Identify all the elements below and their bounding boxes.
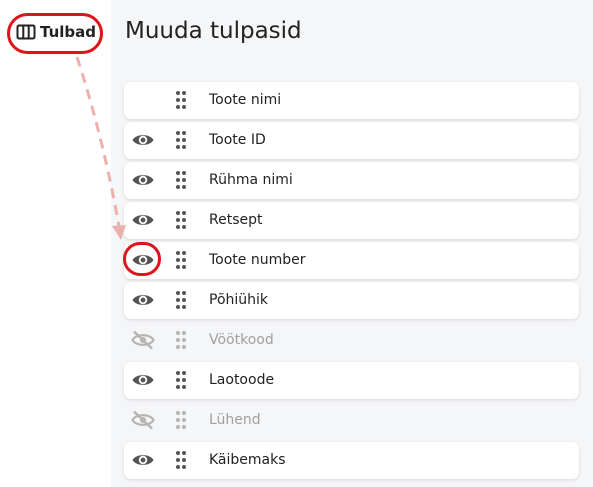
edit-columns-panel: Muuda tulpasid Toote nimi Toote ID Rühma n…	[111, 0, 593, 487]
column-row-label: Lühend	[209, 412, 261, 428]
drag-handle-icon[interactable]	[175, 450, 187, 470]
left-column: Tulbad	[0, 0, 111, 487]
eye-icon[interactable]	[131, 290, 155, 310]
eye-icon[interactable]	[131, 250, 155, 270]
column-row-label: Käibemaks	[209, 452, 286, 468]
drag-handle-icon[interactable]	[175, 290, 187, 310]
drag-handle-icon[interactable]	[175, 250, 187, 270]
column-row[interactable]: Käibemaks	[124, 442, 579, 479]
eye-off-icon[interactable]	[131, 330, 155, 350]
eye-icon[interactable]	[131, 170, 155, 190]
columns-icon	[16, 24, 36, 40]
column-row-label: Toote nimi	[209, 92, 282, 108]
column-row-label: Laotoode	[209, 372, 275, 388]
drag-handle-icon[interactable]	[175, 90, 187, 110]
column-row[interactable]: Toote nimi	[124, 82, 579, 119]
column-row-label: Toote ID	[209, 132, 266, 148]
eye-off-icon[interactable]	[131, 410, 155, 430]
drag-handle-icon[interactable]	[175, 370, 187, 390]
column-row[interactable]: Rühma nimi	[124, 162, 579, 199]
column-row-label: Põhiühik	[209, 292, 269, 308]
column-row-label: Toote number	[209, 252, 306, 268]
columns-button-label: Tulbad	[40, 23, 97, 41]
column-row[interactable]: Toote ID	[124, 122, 579, 159]
column-row[interactable]: Laotoode	[124, 362, 579, 399]
drag-handle-icon[interactable]	[175, 170, 187, 190]
columns-button[interactable]: Tulbad	[16, 23, 96, 41]
column-row[interactable]: Põhiühik	[124, 282, 579, 319]
eye-icon[interactable]	[131, 450, 155, 470]
drag-handle-icon[interactable]	[175, 210, 187, 230]
column-row[interactable]: Vöötkood	[124, 322, 579, 359]
drag-handle-icon[interactable]	[175, 130, 187, 150]
drag-handle-icon[interactable]	[175, 330, 187, 350]
column-row[interactable]: Lühend	[124, 402, 579, 439]
column-row-label: Vöötkood	[209, 332, 274, 348]
eye-icon[interactable]	[131, 210, 155, 230]
column-row[interactable]: Toote number	[124, 242, 579, 279]
column-row[interactable]: Retsept	[124, 202, 579, 239]
drag-handle-icon[interactable]	[175, 410, 187, 430]
eye-icon[interactable]	[131, 370, 155, 390]
column-row-label: Retsept	[209, 212, 263, 228]
column-row-label: Rühma nimi	[209, 172, 293, 188]
eye-icon[interactable]	[131, 130, 155, 150]
panel-title: Muuda tulpasid	[125, 18, 302, 44]
